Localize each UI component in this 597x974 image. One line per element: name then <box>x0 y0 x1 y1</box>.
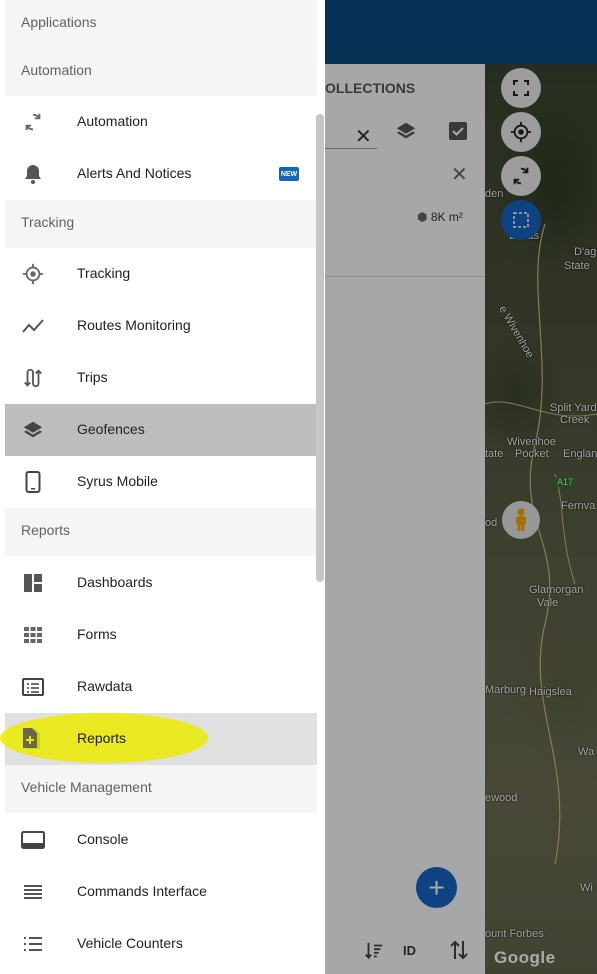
menu-item-automation[interactable]: Automation <box>5 96 317 148</box>
section-label: Vehicle Management <box>21 779 152 795</box>
section-header-automation: Automation <box>5 48 317 96</box>
lines-icon <box>21 880 45 904</box>
dashboard-icon <box>21 571 45 595</box>
menu-item-label: Syrus Mobile <box>77 473 158 489</box>
smartphone-icon <box>21 470 45 494</box>
sync-icon <box>21 110 45 134</box>
menu-item-geofences[interactable]: Geofences <box>5 404 317 456</box>
route-line-icon <box>21 314 45 338</box>
grid-icon <box>21 623 45 647</box>
reports-label-overlay: Reports <box>77 730 127 746</box>
menu-item-label: Console <box>77 831 129 847</box>
menu-item-label: Tracking <box>77 265 131 281</box>
menu-item-vehicle-counters[interactable]: Vehicle Counters <box>5 918 317 970</box>
section-header-applications: Applications <box>5 0 317 48</box>
section-label: Tracking <box>21 214 75 230</box>
menu-item-commands-interface[interactable]: Commands Interface <box>5 866 317 918</box>
menu-item-routes-monitoring[interactable]: Routes Monitoring <box>5 300 317 352</box>
crosshair-icon <box>21 262 45 286</box>
numbered-list-icon <box>21 932 45 956</box>
menu-item-label: Trips <box>77 369 108 385</box>
section-header-vehicle-management: Vehicle Management <box>5 765 317 813</box>
menu-item-tracking[interactable]: Tracking <box>5 248 317 300</box>
navigation-drawer: Applications Automation Automation Alert… <box>0 0 325 974</box>
section-header-reports: Reports <box>5 508 317 556</box>
console-icon <box>21 828 45 852</box>
menu-item-label: Dashboards <box>77 574 153 590</box>
layers-icon <box>21 418 45 442</box>
menu-item-label: Forms <box>77 626 117 642</box>
menu-item-console[interactable]: Console <box>5 814 317 866</box>
menu-item-label: Routes Monitoring <box>77 317 191 333</box>
menu-item-label: Alerts And Notices <box>77 165 192 181</box>
menu-item-dashboards[interactable]: Dashboards <box>5 557 317 609</box>
new-badge: NEW <box>279 167 299 181</box>
section-header-tracking: Tracking <box>5 200 317 248</box>
list-alt-icon <box>21 675 45 699</box>
section-label: Applications <box>21 14 97 30</box>
menu-item-rawdata[interactable]: Rawdata <box>5 661 317 713</box>
menu-item-label: Commands Interface <box>77 883 207 899</box>
section-label: Reports <box>21 522 71 538</box>
section-label: Automation <box>21 62 92 78</box>
bell-icon <box>21 162 45 186</box>
trips-icon <box>21 366 45 390</box>
menu-item-alerts-and-notices[interactable]: Alerts And Notices NEW <box>5 148 317 200</box>
menu-item-label: Rawdata <box>77 678 133 694</box>
menu-item-label: Vehicle Counters <box>77 935 183 951</box>
menu-item-forms[interactable]: Forms <box>5 609 317 661</box>
menu-item-label: Automation <box>77 113 148 129</box>
menu-item-label: Geofences <box>77 421 145 437</box>
drawer-scrollbar[interactable] <box>316 114 324 582</box>
add-document-icon <box>21 727 39 754</box>
menu-item-syrus-mobile[interactable]: Syrus Mobile <box>5 456 317 508</box>
menu-item-trips[interactable]: Trips <box>5 352 317 404</box>
